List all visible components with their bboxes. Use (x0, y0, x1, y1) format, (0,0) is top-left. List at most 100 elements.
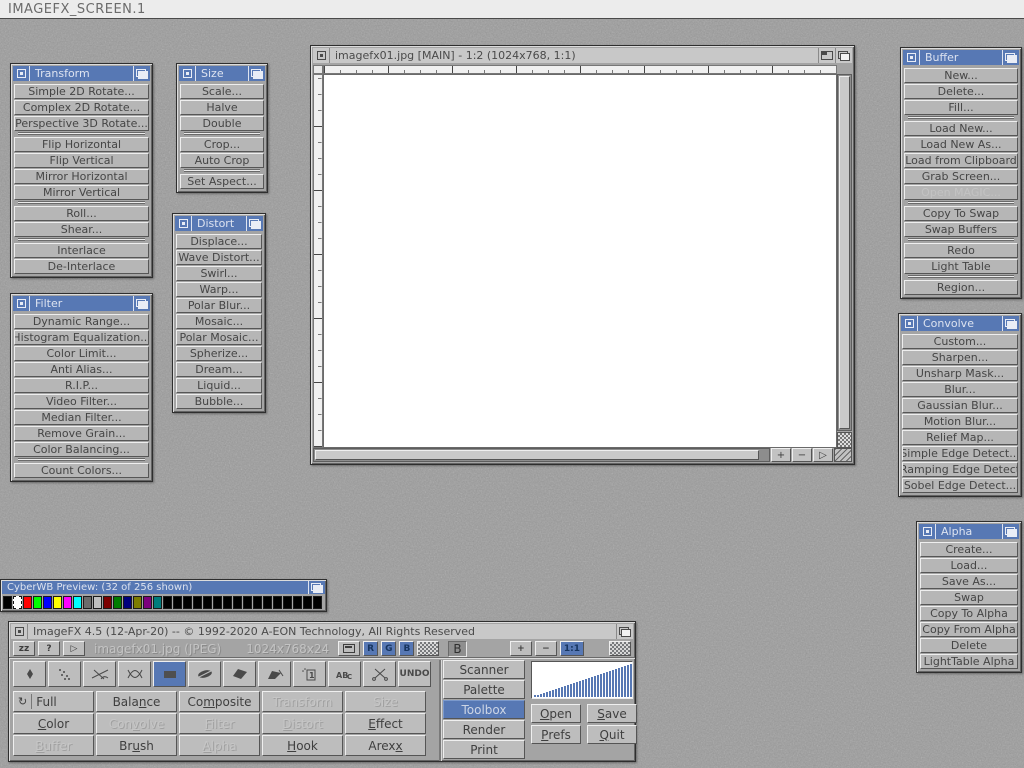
action-button-prefs[interactable]: Prefs (531, 725, 581, 744)
grid-button-balance[interactable]: Balance (96, 691, 177, 712)
color-swatch[interactable] (143, 596, 152, 609)
pattern-icon[interactable] (609, 641, 631, 656)
mode-button-palette[interactable]: Palette (443, 680, 525, 699)
freehand-tool[interactable] (258, 661, 291, 687)
size-button-scale[interactable]: Scale... (180, 84, 264, 99)
filter-button-count-colors[interactable]: Count Colors... (14, 463, 149, 478)
filter-button-anti-alias[interactable]: Anti Alias... (14, 362, 149, 377)
depth-icon[interactable] (246, 216, 263, 231)
size-button-double[interactable]: Double (180, 116, 264, 131)
buffer-button-load-from-clipboard[interactable]: Load from Clipboard (904, 153, 1018, 168)
distort-button-spherize[interactable]: Spherize... (176, 346, 262, 361)
mode-button-toolbox[interactable]: Toolbox (443, 700, 525, 719)
color-swatch[interactable] (33, 596, 42, 609)
buffer-button-fill[interactable]: Fill... (904, 100, 1018, 115)
grid-button-transform[interactable]: Transform (262, 691, 343, 712)
execute-button[interactable]: ▷ (63, 641, 85, 656)
toolbar-titlebar[interactable]: ImageFX 4.5 (12-Apr-20) -- © 1992-2020 A… (11, 624, 633, 639)
convolve-button-simple-edge-detect[interactable]: Simple Edge Detect... (902, 446, 1018, 461)
buffer-panel-titlebar[interactable]: Buffer (903, 50, 1019, 65)
screen-titlebar[interactable]: IMAGEFX_SCREEN.1 (0, 0, 1024, 19)
color-swatch[interactable] (173, 596, 182, 609)
buffer-button-load-new-as[interactable]: Load New As... (904, 137, 1018, 152)
color-swatch[interactable] (163, 596, 172, 609)
depth-icon[interactable] (616, 624, 633, 639)
horizontal-scroll-thumb[interactable] (315, 450, 759, 460)
line-tool[interactable] (83, 661, 116, 687)
transform-panel-titlebar[interactable]: Transform (13, 66, 150, 81)
red-channel-button[interactable]: R (363, 641, 378, 656)
zoom-1-1-button[interactable]: 1:1 (560, 641, 584, 656)
color-swatch[interactable] (253, 596, 262, 609)
convolve-button-relief-map[interactable]: Relief Map... (902, 430, 1018, 445)
grid-button-brush[interactable]: Brush (96, 735, 177, 756)
color-swatch[interactable] (73, 596, 82, 609)
buffer-button-load-new[interactable]: Load New... (904, 121, 1018, 136)
distort-button-wave-distort[interactable]: Wave Distort... (176, 250, 262, 265)
transform-button-simple-2d-rotate[interactable]: Simple 2D Rotate... (14, 84, 149, 99)
arrow-button[interactable]: ▷ (813, 448, 833, 462)
filter-button-remove-grain[interactable]: Remove Grain... (14, 426, 149, 441)
color-swatch[interactable] (113, 596, 122, 609)
convolve-button-unsharp-mask[interactable]: Unsharp Mask... (902, 366, 1018, 381)
palette-titlebar[interactable]: CyberWB Preview: (32 of 256 shown) (2, 581, 325, 594)
filter-button-median-filter[interactable]: Median Filter... (14, 410, 149, 425)
buffer-button-open-magic[interactable]: Open MAGIC... (904, 185, 1018, 200)
buffer-button-new[interactable]: New... (904, 68, 1018, 83)
undo-button[interactable]: UNDO (398, 661, 431, 687)
filter-button-histogram-equalization[interactable]: Histogram Equalization... (14, 330, 149, 345)
image-canvas[interactable] (323, 74, 837, 448)
close-icon[interactable] (13, 296, 30, 311)
depth-icon[interactable] (248, 66, 265, 81)
vertical-scroll-thumb[interactable] (839, 76, 850, 429)
text-tool[interactable]: ABC (328, 661, 361, 687)
alpha-button-copy-from-alpha[interactable]: Copy From Alpha (920, 622, 1018, 637)
buffer-button-region[interactable]: Region... (904, 280, 1018, 295)
close-icon[interactable] (11, 624, 28, 639)
color-swatch[interactable] (133, 596, 142, 609)
buffer-button-grab-screen[interactable]: Grab Screen... (904, 169, 1018, 184)
buffer-button-swap-buffers[interactable]: Swap Buffers (904, 222, 1018, 237)
close-icon[interactable] (919, 524, 936, 539)
alpha-button-copy-to-alpha[interactable]: Copy To Alpha (920, 606, 1018, 621)
close-icon[interactable] (175, 216, 192, 231)
image-window-titlebar[interactable]: imagefx01.jpg [MAIN] - 1:2 (1024x768, 1:… (313, 48, 852, 63)
scissors-tool[interactable] (363, 661, 396, 687)
point-tool[interactable] (13, 661, 46, 687)
action-button-quit[interactable]: Quit (587, 725, 637, 744)
zoom-in-button[interactable]: + (510, 641, 532, 656)
zoom-out-button[interactable]: − (792, 448, 812, 462)
blue-channel-button[interactable]: B (399, 641, 414, 656)
grid-button-color[interactable]: Color (13, 713, 94, 734)
vertical-scrollbar[interactable] (837, 74, 852, 431)
zoom-in-button[interactable]: + (771, 448, 791, 462)
action-button-open[interactable]: Open (531, 704, 581, 723)
color-swatch[interactable] (203, 596, 212, 609)
buffer-button-redo[interactable]: Redo (904, 243, 1018, 258)
distort-button-polar-mosaic[interactable]: Polar Mosaic... (176, 330, 262, 345)
filter-button-r-i-p[interactable]: R.I.P... (14, 378, 149, 393)
convolve-button-ramping-edge-detect[interactable]: Ramping Edge Detect (902, 462, 1018, 477)
convolve-button-sharpen[interactable]: Sharpen... (902, 350, 1018, 365)
filter-button-color-limit[interactable]: Color Limit... (14, 346, 149, 361)
color-swatch[interactable] (223, 596, 232, 609)
filter-button-video-filter[interactable]: Video Filter... (14, 394, 149, 409)
color-swatch[interactable] (123, 596, 132, 609)
convolve-button-blur[interactable]: Blur... (902, 382, 1018, 397)
distort-button-liquid[interactable]: Liquid... (176, 378, 262, 393)
color-swatch[interactable] (13, 596, 22, 609)
color-swatch[interactable] (23, 596, 32, 609)
grid-button-full[interactable]: ↻Full (13, 691, 94, 712)
color-swatch[interactable] (153, 596, 162, 609)
transform-button-perspective-3d-rotate[interactable]: Perspective 3D Rotate... (14, 116, 149, 131)
grid-button-arexx[interactable]: Arexx (345, 735, 426, 756)
convolve-button-gaussian-blur[interactable]: Gaussian Blur... (902, 398, 1018, 413)
alpha-button-delete[interactable]: Delete (920, 638, 1018, 653)
grid-button-hook[interactable]: Hook (262, 735, 343, 756)
buffer-button-copy-to-swap[interactable]: Copy To Swap (904, 206, 1018, 221)
alpha-button-create[interactable]: Create... (920, 542, 1018, 557)
size-panel-titlebar[interactable]: Size (179, 66, 265, 81)
distort-panel-titlebar[interactable]: Distort (175, 216, 263, 231)
color-swatch[interactable] (293, 596, 302, 609)
distort-button-warp[interactable]: Warp... (176, 282, 262, 297)
